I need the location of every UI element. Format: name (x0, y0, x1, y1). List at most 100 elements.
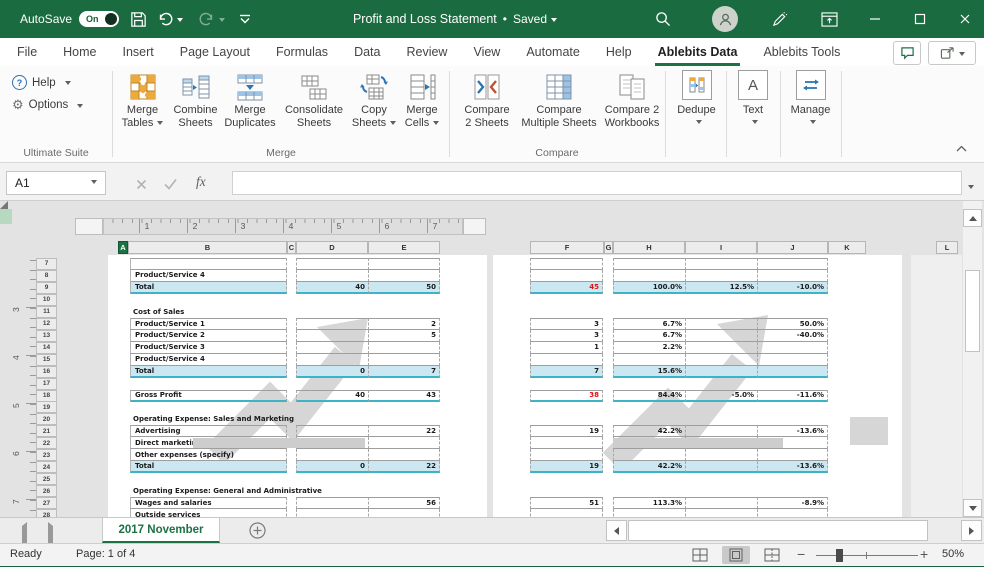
cell-F9[interactable]: 45 (530, 281, 603, 294)
autosave-toggle[interactable]: On (79, 11, 119, 27)
cell-D18[interactable]: 40 (296, 389, 368, 402)
cell-H21[interactable]: 42.2% (613, 425, 685, 438)
cell-D27[interactable] (296, 497, 368, 510)
row-header-18[interactable]: 18 (36, 389, 57, 402)
column-header-D[interactable]: D (296, 241, 368, 254)
hscroll-right-icon[interactable] (961, 520, 982, 541)
cell-B28[interactable]: Outside services (130, 509, 287, 517)
title-dropdown-icon[interactable] (551, 17, 558, 25)
row-header-20[interactable]: 20 (36, 413, 57, 426)
dropdown-icon[interactable] (157, 121, 164, 128)
row-header-21[interactable]: 21 (36, 425, 57, 438)
cell-H15[interactable] (613, 353, 685, 366)
cell-F16[interactable]: 7 (530, 365, 603, 378)
quick-access-toolbar-icon[interactable] (233, 0, 257, 38)
cell-B13[interactable]: Product/Service 2 (130, 329, 287, 342)
cell-H8[interactable] (613, 269, 685, 282)
column-header-I[interactable]: I (685, 241, 757, 254)
row-header-8[interactable]: 8 (36, 269, 57, 282)
merge-cells-button[interactable]: Merge Cells (398, 70, 446, 130)
cell-B18[interactable]: Gross Profit (130, 389, 287, 402)
cell-E8[interactable] (368, 269, 440, 282)
ribbon-tab-home[interactable]: Home (50, 38, 109, 66)
name-box-dropdown-icon[interactable] (91, 180, 97, 187)
cell-E28[interactable] (368, 509, 440, 517)
cell-I13[interactable] (685, 329, 757, 342)
column-header-L[interactable]: L (936, 241, 958, 254)
ribbon-tab-automate[interactable]: Automate (513, 38, 593, 66)
cell-I18[interactable]: -5.0% (685, 389, 757, 402)
dropdown-icon[interactable] (433, 121, 440, 128)
cell-B24[interactable]: Total (130, 461, 287, 474)
ribbon-tab-data[interactable]: Data (341, 38, 393, 66)
row-header-25[interactable]: 25 (36, 473, 57, 486)
cell-B21[interactable]: Advertising (130, 425, 287, 438)
row-header-23[interactable]: 23 (36, 449, 57, 462)
cell-E14[interactable] (368, 341, 440, 354)
zoom-slider-handle[interactable] (836, 549, 843, 562)
cell-B14[interactable]: Product/Service 3 (130, 341, 287, 354)
cell-E7[interactable] (368, 257, 440, 270)
ribbon-tab-file[interactable]: File (4, 38, 50, 66)
prev-sheet-icon[interactable] (18, 522, 27, 547)
cell-F21[interactable]: 19 (530, 425, 603, 438)
cell-B7[interactable] (130, 257, 287, 270)
column-header-J[interactable]: J (757, 241, 828, 254)
next-sheet-icon[interactable] (48, 522, 57, 547)
cell-I9[interactable]: 12.5% (685, 281, 757, 294)
cell-D23[interactable] (296, 449, 368, 462)
dropdown-icon[interactable] (809, 120, 816, 127)
section-header-row-26[interactable]: Operating Expense: General and Administr… (133, 487, 322, 495)
cell-B8[interactable]: Product/Service 4 (130, 269, 287, 282)
search-icon[interactable] (648, 0, 678, 38)
row-header-14[interactable]: 14 (36, 341, 57, 354)
cell-F28[interactable] (530, 509, 603, 517)
cell-I27[interactable] (685, 497, 757, 510)
cell-J24[interactable]: -13.6% (757, 461, 828, 474)
cell-F22[interactable] (530, 437, 603, 450)
cell-F24[interactable]: 19 (530, 461, 603, 474)
cell-E13[interactable]: 5 (368, 329, 440, 342)
page-break-view-button[interactable] (758, 546, 786, 564)
column-header-G[interactable]: G (604, 241, 613, 254)
ribbon-display-options-icon[interactable] (814, 0, 844, 38)
cell-J13[interactable]: -40.0% (757, 329, 828, 342)
normal-view-button[interactable] (686, 546, 714, 564)
cell-F23[interactable] (530, 449, 603, 462)
select-all-icon[interactable] (0, 201, 8, 209)
compare-2-sheets-button[interactable]: Compare 2 Sheets (455, 70, 519, 130)
merge-duplicates-button[interactable]: Merge Duplicates (222, 70, 278, 130)
cell-D21[interactable] (296, 425, 368, 438)
row-header-7[interactable]: 7 (36, 257, 57, 270)
cell-I7[interactable] (685, 257, 757, 270)
name-box[interactable]: A1 (6, 171, 106, 195)
combine-sheets-button[interactable]: Combine Sheets (169, 70, 222, 130)
sheet-tab-active[interactable]: 2017 November (102, 518, 220, 543)
row-header-22[interactable]: 22 (36, 437, 57, 450)
cell-D12[interactable] (296, 317, 368, 330)
copy-sheets-button[interactable]: Copy Sheets (350, 70, 398, 130)
new-sheet-button[interactable] (249, 522, 266, 544)
cell-E15[interactable] (368, 353, 440, 366)
ribbon-tab-page-layout[interactable]: Page Layout (167, 38, 263, 66)
zoom-level[interactable]: 50% (942, 548, 964, 560)
cell-J8[interactable] (757, 269, 828, 282)
column-header-K[interactable]: K (828, 241, 866, 254)
ribbon-tab-insert[interactable]: Insert (110, 38, 167, 66)
cell-H18[interactable]: 84.4% (613, 389, 685, 402)
page-layout-view-button[interactable] (722, 546, 750, 564)
row-header-11[interactable]: 11 (36, 305, 57, 318)
vscroll-track[interactable] (963, 201, 982, 517)
cell-J27[interactable]: -8.9% (757, 497, 828, 510)
cell-J18[interactable]: -11.6% (757, 389, 828, 402)
share-dropdown-icon[interactable] (958, 51, 965, 59)
ribbon-tab-view[interactable]: View (460, 38, 513, 66)
cell-H28[interactable] (613, 509, 685, 517)
cell-D16[interactable]: 0 (296, 365, 368, 378)
undo-icon[interactable] (157, 0, 183, 38)
row-header-13[interactable]: 13 (36, 329, 57, 342)
ribbon-tab-ablebits-data[interactable]: Ablebits Data (645, 38, 751, 66)
zoom-out-button[interactable]: − (797, 546, 805, 562)
cell-F15[interactable] (530, 353, 603, 366)
avatar[interactable] (710, 0, 740, 38)
